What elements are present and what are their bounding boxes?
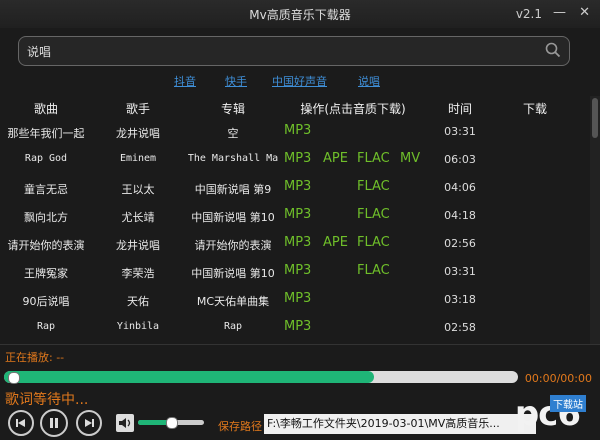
tab-voice-of-china[interactable]: 中国好声音 bbox=[272, 73, 327, 89]
version-label: v2.1 bbox=[515, 7, 542, 21]
flac-download-link[interactable]: FLAC bbox=[357, 151, 390, 166]
list-scrollbar[interactable] bbox=[590, 96, 600, 344]
col-actions: 操作(点击音质下载) bbox=[300, 102, 406, 116]
mp3-download-link[interactable]: MP3 bbox=[284, 151, 311, 166]
flac-download-link[interactable]: FLAC bbox=[357, 235, 390, 250]
next-button[interactable] bbox=[76, 410, 102, 436]
flac-download-link[interactable]: FLAC bbox=[357, 263, 390, 278]
album-name: MC天佑单曲集 bbox=[196, 295, 270, 308]
col-singer: 歌手 bbox=[125, 102, 150, 116]
song-title: Rap God bbox=[24, 153, 68, 164]
album-name: 中国新说唱 第10 bbox=[191, 267, 275, 280]
volume-icon[interactable] bbox=[116, 414, 134, 432]
skip-back-icon bbox=[16, 419, 25, 427]
mv-download-link[interactable]: MV bbox=[400, 151, 420, 166]
search-box[interactable]: 说唱 bbox=[18, 36, 570, 66]
tab-kuaishou[interactable]: 快手 bbox=[225, 73, 247, 89]
save-path-label: 保存路径 bbox=[218, 420, 262, 433]
song-duration: 02:56 bbox=[444, 237, 476, 250]
album-name: 空 bbox=[227, 127, 239, 140]
progress-fill bbox=[4, 371, 375, 383]
window-title: Mv高质音乐下载器 bbox=[249, 8, 351, 22]
song-title: Rap bbox=[36, 321, 56, 332]
table-row[interactable]: 请开始你的表演 龙井说唱 请开始你的表演 MP3 APE FLAC 02:56 bbox=[0, 230, 590, 258]
skip-forward-icon bbox=[85, 419, 94, 427]
mp3-download-link[interactable]: MP3 bbox=[284, 319, 311, 334]
volume-slider[interactable] bbox=[138, 417, 204, 429]
song-title: 飘向北方 bbox=[24, 211, 68, 224]
pause-button[interactable] bbox=[40, 409, 68, 437]
album-name: 中国新说唱 第10 bbox=[191, 211, 275, 224]
song-duration: 03:18 bbox=[444, 293, 476, 306]
title-bar: Mv高质音乐下载器 v2.1 — ✕ bbox=[0, 0, 600, 28]
mp3-download-link[interactable]: MP3 bbox=[284, 291, 311, 306]
playback-progress-bar[interactable] bbox=[4, 371, 518, 384]
song-title: 那些年我们一起 bbox=[7, 127, 85, 140]
song-duration: 03:31 bbox=[444, 265, 476, 278]
song-duration: 02:58 bbox=[444, 321, 476, 334]
mp3-download-link[interactable]: MP3 bbox=[284, 235, 311, 250]
mp3-download-link[interactable]: MP3 bbox=[284, 263, 311, 278]
progress-knob[interactable] bbox=[8, 372, 20, 384]
album-name: Rap bbox=[223, 321, 243, 332]
singer-name: 天佑 bbox=[127, 295, 149, 308]
song-title: 90后说唱 bbox=[22, 295, 70, 308]
col-song: 歌曲 bbox=[33, 102, 58, 116]
minimize-icon[interactable]: — bbox=[553, 5, 566, 20]
table-row[interactable]: 90后说唱 天佑 MC天佑单曲集 MP3 03:18 bbox=[0, 286, 590, 314]
singer-name: 李荣浩 bbox=[121, 267, 155, 280]
watermark: pc6 下载站 bbox=[472, 378, 598, 440]
table-row[interactable]: 童言无忌 王以太 中国新说唱 第9 MP3 FLAC 04:06 bbox=[0, 174, 590, 202]
mp3-download-link[interactable]: MP3 bbox=[284, 123, 311, 138]
lyrics-display: 歌词等待中... bbox=[5, 392, 89, 408]
singer-name: 尤长靖 bbox=[121, 211, 155, 224]
mp3-download-link[interactable]: MP3 bbox=[284, 179, 311, 194]
table-row[interactable]: 飘向北方 尤长靖 中国新说唱 第10 MP3 FLAC 04:18 bbox=[0, 202, 590, 230]
table-row[interactable]: Rap Yinbila Rap MP3 02:58 bbox=[0, 314, 590, 342]
now-playing-label: 正在播放: -- bbox=[5, 351, 65, 364]
tab-rap[interactable]: 说唱 bbox=[358, 73, 380, 89]
search-icon[interactable] bbox=[545, 42, 561, 58]
divider bbox=[0, 344, 600, 345]
singer-name: Yinbila bbox=[116, 321, 160, 332]
pause-icon bbox=[50, 418, 58, 428]
scroll-thumb[interactable] bbox=[592, 98, 598, 138]
flac-download-link[interactable]: FLAC bbox=[357, 179, 390, 194]
song-list: 那些年我们一起 龙井说唱 空 MP3 03:31 Rap God Eminem … bbox=[0, 118, 590, 342]
col-album: 专辑 bbox=[220, 102, 245, 116]
album-name: The Marshall Ma bbox=[187, 153, 279, 164]
album-name: 中国新说唱 第9 bbox=[194, 183, 272, 196]
album-name: 请开始你的表演 bbox=[194, 239, 272, 252]
col-download: 下载 bbox=[522, 102, 547, 116]
mp3-download-link[interactable]: MP3 bbox=[284, 207, 311, 222]
singer-name: 龙井说唱 bbox=[116, 127, 160, 140]
song-duration: 06:03 bbox=[444, 153, 476, 166]
song-duration: 04:18 bbox=[444, 209, 476, 222]
singer-name: 龙井说唱 bbox=[116, 239, 160, 252]
singer-name: Eminem bbox=[119, 153, 157, 164]
source-tabs: 抖音 快手 中国好声音 说唱 bbox=[0, 73, 600, 89]
table-row[interactable]: Rap God Eminem The Marshall Ma MP3 APE F… bbox=[0, 146, 590, 174]
song-duration: 04:06 bbox=[444, 181, 476, 194]
search-input[interactable]: 说唱 bbox=[27, 43, 51, 60]
watermark-subtitle: 下载站 bbox=[550, 395, 586, 412]
flac-download-link[interactable]: FLAC bbox=[357, 207, 390, 222]
ape-download-link[interactable]: APE bbox=[323, 151, 348, 166]
col-time: 时间 bbox=[447, 102, 472, 116]
tab-douyin[interactable]: 抖音 bbox=[174, 73, 196, 89]
song-duration: 03:31 bbox=[444, 125, 476, 138]
volume-knob[interactable] bbox=[166, 417, 178, 429]
previous-button[interactable] bbox=[8, 410, 34, 436]
song-title: 请开始你的表演 bbox=[7, 239, 85, 252]
ape-download-link[interactable]: APE bbox=[323, 235, 348, 250]
table-row[interactable]: 那些年我们一起 龙井说唱 空 MP3 03:31 bbox=[0, 118, 590, 146]
table-header: 歌曲 歌手 专辑 操作(点击音质下载) 时间 下载 bbox=[0, 100, 590, 118]
song-title: 王牌冤家 bbox=[24, 267, 68, 280]
close-icon[interactable]: ✕ bbox=[579, 5, 590, 20]
song-title: 童言无忌 bbox=[24, 183, 68, 196]
singer-name: 王以太 bbox=[121, 183, 155, 196]
table-row[interactable]: 王牌冤家 李荣浩 中国新说唱 第10 MP3 FLAC 03:31 bbox=[0, 258, 590, 286]
